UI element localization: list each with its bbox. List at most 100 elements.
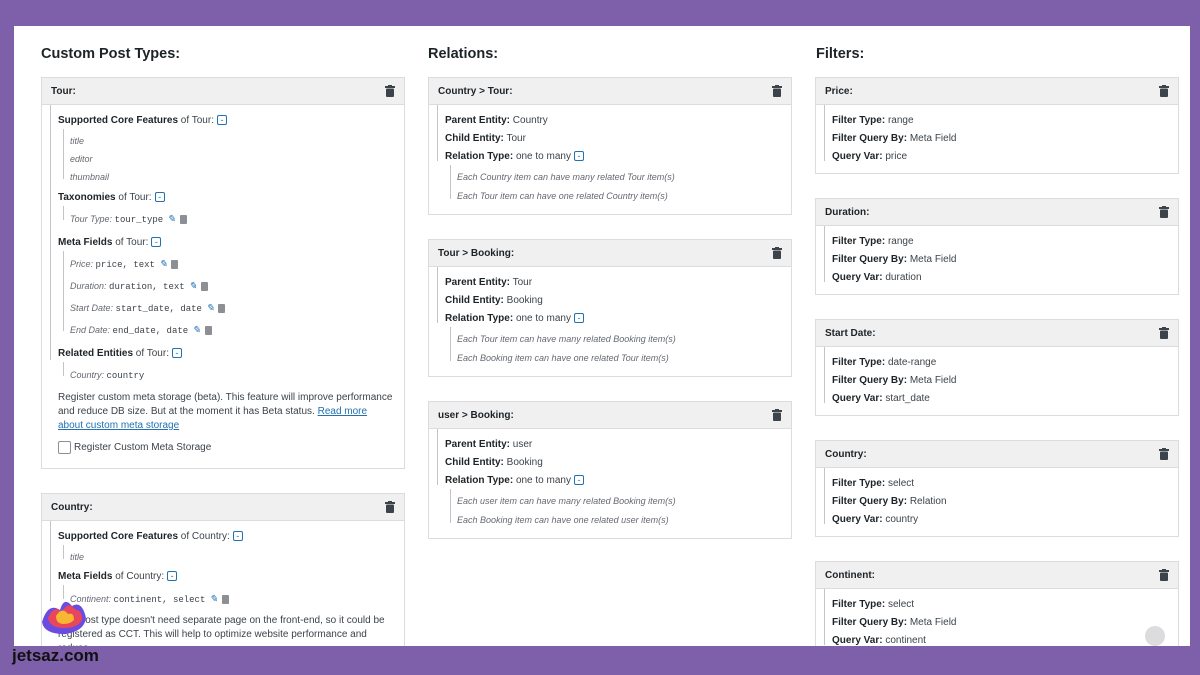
filter-type: Filter Type: select	[832, 599, 915, 610]
chevron-right-icon[interactable]: ›	[36, 564, 41, 582]
trash-icon[interactable]	[1159, 448, 1169, 460]
trash-icon[interactable]	[772, 247, 782, 259]
relation-parent: Parent Entity: user	[445, 439, 533, 450]
relation-description: Each user item can have many related Boo…	[457, 496, 676, 506]
filter-query-by: Filter Query By: Meta Field	[832, 254, 957, 265]
relation-description: Each Booking item can have one related T…	[457, 353, 669, 363]
cpt-card-country: Country: Supported Core Features of Coun…	[41, 493, 405, 646]
trash-icon[interactable]	[201, 282, 209, 292]
trash-icon[interactable]	[221, 595, 229, 605]
trash-icon[interactable]	[171, 260, 179, 270]
filter-title: Start Date:	[825, 327, 876, 339]
taxonomy-item: Tour Type: tour_type ✎	[70, 214, 187, 225]
relation-parent: Parent Entity: Country	[445, 115, 548, 126]
filter-card: Continent: Filter Type: select Filter Qu…	[815, 561, 1179, 646]
relation-card: user > Booking: Parent Entity: user Chil…	[428, 401, 792, 539]
jetsaz-logo-icon	[38, 592, 90, 640]
filter-card-header: Price:	[816, 78, 1178, 105]
filter-card-header: Start Date:	[816, 320, 1178, 347]
trash-icon[interactable]	[1159, 327, 1169, 339]
filter-title: Price:	[825, 85, 853, 97]
minus-icon[interactable]: -	[573, 313, 584, 324]
trash-icon[interactable]	[1159, 569, 1169, 581]
cct-note: This post type doesn't need separate pag…	[58, 615, 385, 646]
relation-title: Tour > Booking:	[438, 247, 515, 259]
relation-parent: Parent Entity: Tour	[445, 277, 533, 288]
minus-icon[interactable]: -	[171, 348, 182, 359]
scroll-top-button[interactable]	[1145, 626, 1165, 646]
relation-description: Each Tour item can have one related Coun…	[457, 191, 668, 201]
relation-card-header: Country > Tour:	[429, 78, 791, 105]
related-entity-item: Country: country	[70, 370, 145, 381]
relation-type: Relation Type: one to many -	[445, 151, 584, 162]
relation-description: Each Country item can have many related …	[457, 172, 675, 182]
pencil-icon[interactable]: ✎	[167, 214, 175, 225]
relation-child: Child Entity: Booking	[445, 295, 543, 306]
filter-card: Price: Filter Type: range Filter Query B…	[815, 77, 1179, 174]
tour-related-row: Related Entities of Tour: -	[58, 348, 182, 359]
cpt-card-title: Country:	[51, 501, 93, 513]
trash-icon[interactable]	[385, 85, 395, 97]
watermark-text: jetsaz.com	[12, 646, 99, 665]
trash-icon[interactable]	[218, 304, 226, 314]
relation-type: Relation Type: one to many -	[445, 475, 584, 486]
cpt-card-header: Country:	[42, 494, 404, 521]
country-features-row: Supported Core Features of Country: -	[58, 531, 243, 542]
relation-card-header: Tour > Booking:	[429, 240, 791, 267]
cpt-column-title: Custom Post Types:	[41, 46, 181, 62]
minus-icon[interactable]: -	[216, 115, 227, 126]
meta-field-item: Price: price, text ✎	[70, 259, 179, 270]
relation-type: Relation Type: one to many -	[445, 313, 584, 324]
filter-card-header: Continent:	[816, 562, 1178, 589]
feature-item: thumbnail	[70, 172, 110, 182]
trash-icon[interactable]	[179, 215, 187, 225]
relation-card: Country > Tour: Parent Entity: Country C…	[428, 77, 792, 215]
filter-query-by: Filter Query By: Meta Field	[832, 133, 957, 144]
meta-storage-checkbox[interactable]	[58, 441, 71, 454]
filter-type: Filter Type: select	[832, 478, 915, 489]
filter-card: Duration: Filter Type: range Filter Quer…	[815, 198, 1179, 295]
filter-query-by: Filter Query By: Meta Field	[832, 375, 957, 386]
minus-icon[interactable]: -	[151, 237, 162, 248]
filter-query-by: Filter Query By: Relation	[832, 496, 947, 507]
trash-icon[interactable]	[772, 85, 782, 97]
meta-storage-note: Register custom meta storage (beta). Thi…	[58, 392, 393, 431]
minus-icon[interactable]: -	[232, 531, 243, 542]
filter-query-var: Query Var: start_date	[832, 393, 930, 404]
trash-icon[interactable]	[772, 409, 782, 421]
feature-item: title	[70, 136, 85, 146]
country-meta-row: Meta Fields of Country: -	[58, 571, 178, 582]
pencil-icon[interactable]: ✎	[189, 281, 197, 292]
minus-icon[interactable]: -	[167, 571, 178, 582]
relation-title: Country > Tour:	[438, 85, 513, 97]
filter-type: Filter Type: range	[832, 236, 914, 247]
trash-icon[interactable]	[1159, 206, 1169, 218]
pencil-icon[interactable]: ✎	[209, 594, 217, 605]
filter-query-var: Query Var: country	[832, 514, 919, 525]
feature-item: editor	[70, 154, 93, 164]
minus-icon[interactable]: -	[154, 192, 165, 203]
trash-icon[interactable]	[385, 501, 395, 513]
tour-taxonomies-row: Taxonomies of Tour: -	[58, 192, 165, 203]
filter-card-header: Country:	[816, 441, 1178, 468]
cpt-card-header: Tour:	[42, 78, 404, 105]
minus-icon[interactable]: -	[573, 475, 584, 486]
trash-icon[interactable]	[204, 326, 212, 336]
filter-title: Country:	[825, 448, 867, 460]
meta-field-item: Continent: continent, select ✎	[70, 594, 229, 605]
trash-icon[interactable]	[1159, 85, 1169, 97]
pencil-icon[interactable]: ✎	[192, 325, 200, 336]
relation-title: user > Booking:	[438, 409, 514, 421]
filter-query-var: Query Var: duration	[832, 272, 922, 283]
meta-field-item: Start Date: start_date, date ✎	[70, 303, 226, 314]
relation-description: Each Booking item can have one related u…	[457, 515, 669, 525]
pencil-icon[interactable]: ✎	[206, 303, 214, 314]
filter-title: Duration:	[825, 206, 870, 218]
feature-item: title	[70, 552, 85, 562]
relation-card: Tour > Booking: Parent Entity: Tour Chil…	[428, 239, 792, 377]
tour-meta-row: Meta Fields of Tour: -	[58, 237, 162, 248]
filter-type: Filter Type: range	[832, 115, 914, 126]
minus-icon[interactable]: -	[573, 151, 584, 162]
filter-title: Continent:	[825, 569, 875, 581]
pencil-icon[interactable]: ✎	[159, 259, 167, 270]
